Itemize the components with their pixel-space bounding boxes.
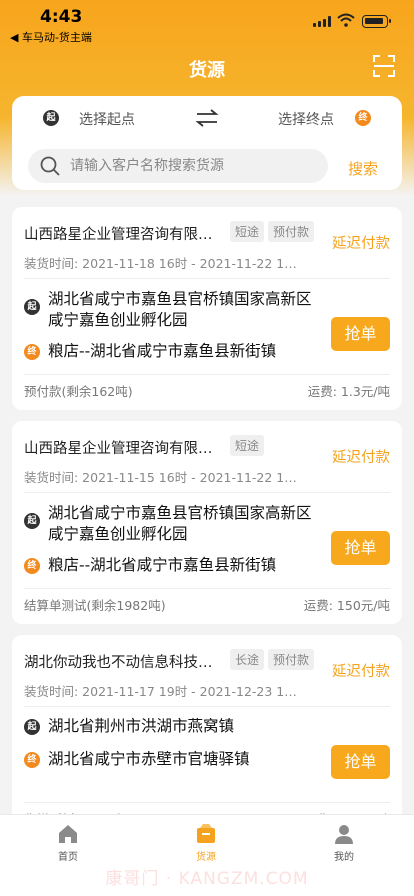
- swap-icon[interactable]: [195, 108, 219, 128]
- payment-tag: 预付款: [268, 649, 315, 670]
- tag-group: 短途: [230, 435, 265, 456]
- company-name: 山西路星企业管理咨询有限公司: [24, 227, 226, 243]
- loading-time: 装货时间: 2021-11-17 19时 - 2021-12-23 19时: [24, 684, 299, 699]
- scan-icon[interactable]: [373, 55, 395, 77]
- tab-me-label: 我的: [334, 852, 354, 863]
- home-icon: [59, 825, 77, 843]
- payment-tag: 预付款: [268, 221, 315, 242]
- distance-tag: 长途: [230, 649, 265, 670]
- destination-badge: 终: [24, 344, 40, 360]
- status-bar: 4:43 ◀ 车马动-货主端: [0, 0, 414, 44]
- origin-badge: 起: [24, 299, 40, 315]
- search-field: [28, 149, 328, 183]
- back-to-app-link[interactable]: ◀ 车马动-货主端: [10, 29, 92, 45]
- cargo-card[interactable]: 山西路星企业管理咨询有限公司 短途 延迟付款 装货时间: 2021-11-15 …: [12, 421, 402, 624]
- destination-badge: 终: [24, 558, 40, 574]
- divider: [24, 706, 390, 707]
- origin-address: 湖北省荆州市洪湖市燕窝镇: [48, 717, 235, 735]
- destination-address: 粮店--湖北省咸宁市嘉鱼县新街镇: [48, 342, 277, 360]
- grab-order-button[interactable]: 抢单: [331, 531, 390, 565]
- company-name: 湖北你动我也不动信息科技有限公司: [24, 655, 226, 671]
- page-title: 货源: [189, 60, 225, 81]
- divider: [24, 492, 390, 493]
- loading-time: 装货时间: 2021-11-18 16时 - 2021-11-22 16时: [24, 256, 299, 271]
- grab-order-button[interactable]: 抢单: [331, 317, 390, 351]
- status-time: 4:43: [40, 7, 83, 27]
- divider: [24, 374, 390, 375]
- origin-badge: 起: [24, 719, 40, 735]
- divider: [24, 588, 390, 589]
- tab-home[interactable]: 首页: [38, 823, 98, 863]
- divider: [24, 802, 390, 803]
- company-name: 山西路星企业管理咨询有限公司: [24, 441, 226, 457]
- loading-time: 装货时间: 2021-11-15 16时 - 2021-11-22 16时: [24, 470, 299, 485]
- select-destination[interactable]: 选择终点: [278, 109, 334, 129]
- tab-goods[interactable]: 货源: [176, 823, 236, 863]
- tab-me[interactable]: 我的: [314, 823, 374, 863]
- search-icon: [40, 156, 60, 176]
- grab-order-button[interactable]: 抢单: [331, 745, 390, 779]
- destination-address: 湖北省咸宁市赤壁市官塘驿镇: [48, 750, 250, 768]
- freight-price: 运费: 150元/吨: [303, 598, 390, 613]
- origin-address: 湖北省咸宁市嘉鱼县官桥镇国家高新区咸宁嘉鱼创业孵化园: [48, 290, 312, 329]
- wifi-icon: [337, 13, 355, 27]
- origin-badge: 起: [43, 110, 59, 126]
- tag-group: 长途 预付款: [230, 649, 315, 670]
- distance-tag: 短途: [230, 221, 265, 242]
- search-panel: 起 选择起点 选择终点 终 搜索: [12, 96, 402, 190]
- search-button[interactable]: 搜索: [348, 158, 378, 179]
- divider: [24, 278, 390, 279]
- user-icon: [335, 825, 353, 844]
- freight-price: 运费: 1.3元/吨: [307, 384, 390, 399]
- payment-status: 延迟付款: [332, 664, 390, 680]
- destination-address: 粮店--湖北省咸宁市嘉鱼县新街镇: [48, 556, 277, 574]
- origin-badge: 起: [24, 513, 40, 529]
- cargo-box-icon: [197, 824, 215, 843]
- distance-tag: 短途: [230, 435, 265, 456]
- cargo-list: 山西路星企业管理咨询有限公司 短途 预付款 延迟付款 装货时间: 2021-11…: [12, 207, 402, 849]
- cargo-info: 预付款(剩余162吨): [24, 384, 133, 399]
- destination-badge: 终: [355, 110, 371, 126]
- tab-home-label: 首页: [58, 852, 78, 863]
- tag-group: 短途 预付款: [230, 221, 315, 242]
- cargo-card[interactable]: 湖北你动我也不动信息科技有限公司 长途 预付款 延迟付款 装货时间: 2021-…: [12, 635, 402, 838]
- origin-address: 湖北省咸宁市嘉鱼县官桥镇国家高新区咸宁嘉鱼创业孵化园: [48, 504, 312, 543]
- search-input[interactable]: [70, 149, 320, 183]
- watermark: 康哥门 · KANGZM.COM: [105, 869, 309, 889]
- cargo-info: 结算单测试(剩余1982吨): [24, 598, 166, 613]
- cellular-signal-icon: [313, 16, 331, 27]
- battery-icon: [362, 15, 391, 28]
- destination-badge: 终: [24, 752, 40, 768]
- payment-status: 延迟付款: [332, 236, 390, 252]
- cargo-card[interactable]: 山西路星企业管理咨询有限公司 短途 预付款 延迟付款 装货时间: 2021-11…: [12, 207, 402, 410]
- payment-status: 延迟付款: [332, 450, 390, 466]
- select-origin[interactable]: 选择起点: [79, 109, 135, 129]
- tab-goods-label: 货源: [196, 852, 216, 863]
